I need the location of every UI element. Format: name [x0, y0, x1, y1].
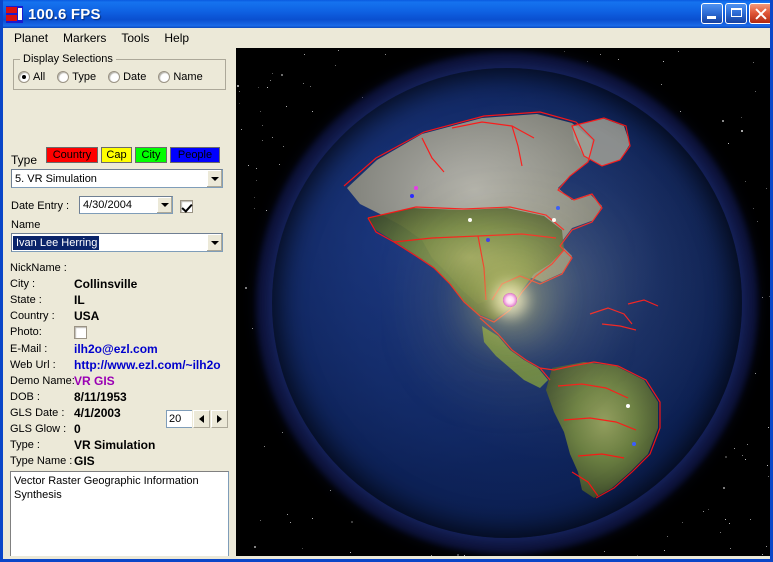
marker-icon	[468, 218, 472, 222]
title-bar: 100.6 FPS	[3, 0, 773, 28]
field-value: 4/1/2003	[74, 406, 121, 420]
field-weburl: Web Url : http://www.ezl.com/~ilh2o	[10, 357, 236, 373]
menu-item-planet[interactable]: Planet	[8, 29, 57, 47]
marker-icon	[556, 206, 560, 210]
field-value: IL	[74, 293, 85, 307]
marker-icon	[552, 218, 556, 222]
field-country: Country : USA	[10, 308, 236, 324]
field-type: Type : VR Simulation	[10, 437, 236, 453]
radio-date-label: Date	[123, 71, 146, 83]
chevron-down-icon[interactable]	[206, 170, 222, 187]
type-label: Type	[11, 153, 37, 167]
arrow-left-icon[interactable]	[193, 410, 210, 428]
menu-item-markers[interactable]: Markers	[57, 29, 115, 47]
radio-name-label: Name	[173, 71, 202, 83]
globe-viewport[interactable]	[236, 48, 770, 556]
field-label: Demo Name:	[10, 375, 74, 387]
radio-dot-icon	[158, 71, 170, 83]
marker-icon	[632, 442, 636, 446]
marker-icon	[414, 186, 418, 190]
marker-icon	[410, 194, 414, 198]
radio-type-label: Type	[72, 71, 96, 83]
menu-bar: Planet Markers Tools Help	[3, 28, 770, 48]
field-value: VR GIS	[74, 374, 115, 388]
field-value: Collinsville	[74, 277, 137, 291]
field-label: City :	[10, 278, 74, 290]
radio-all-label: All	[33, 71, 45, 83]
field-label: E-Mail :	[10, 343, 74, 355]
minimize-button[interactable]	[701, 3, 723, 24]
radio-dot-icon	[57, 71, 69, 83]
arrow-right-icon[interactable]	[211, 410, 228, 428]
field-label: State :	[10, 294, 74, 306]
app-icon	[6, 6, 23, 23]
control-panel: Display Selections All Type Date Name	[3, 48, 236, 556]
field-city: City : Collinsville	[10, 276, 236, 292]
globe-sphere	[272, 68, 742, 538]
photo-checkbox[interactable]	[74, 326, 87, 339]
field-label: DOB :	[10, 391, 74, 403]
marker-icon	[626, 404, 630, 408]
field-demo-name: Demo Name: VR GIS	[10, 373, 236, 389]
radio-dot-icon	[18, 71, 30, 83]
type-button-city[interactable]: City	[135, 147, 167, 163]
display-selections-title: Display Selections	[20, 53, 116, 65]
description-textarea[interactable]: Vector Raster Geographic Information Syn…	[10, 471, 229, 556]
type-button-people[interactable]: People	[170, 147, 220, 163]
maximize-button[interactable]	[725, 3, 747, 24]
field-label: Type :	[10, 439, 74, 451]
field-photo: Photo:	[10, 324, 236, 340]
marker-icon	[486, 238, 490, 242]
field-state: State : IL	[10, 292, 236, 308]
field-value-email[interactable]: ilh2o@ezl.com	[74, 342, 158, 356]
field-value: VR Simulation	[74, 438, 155, 452]
glow-marker-icon	[503, 293, 517, 307]
window-title: 100.6 FPS	[28, 6, 101, 23]
field-label: Photo:	[10, 326, 74, 338]
field-label: GLS Date :	[10, 407, 74, 419]
spinner-value[interactable]: 20	[166, 410, 192, 428]
field-label: Type Name :	[10, 455, 74, 467]
display-selections-radios: All Type Date Name	[18, 71, 215, 83]
field-label: GLS Glow :	[10, 423, 74, 435]
radio-name[interactable]: Name	[158, 71, 202, 83]
field-dob: DOB : 8/11/1953	[10, 389, 236, 405]
radio-all[interactable]: All	[18, 71, 45, 83]
window-controls	[701, 3, 773, 24]
earth-globe[interactable]	[272, 68, 742, 538]
field-label: Web Url :	[10, 359, 74, 371]
application-window: 100.6 FPS Planet Markers Tools Help Disp…	[0, 0, 773, 562]
type-button-country[interactable]: Country	[46, 147, 98, 163]
field-value: 0	[74, 422, 81, 436]
detail-fields: NickName : City : Collinsville State : I…	[3, 208, 236, 418]
type-combobox-value: 5. VR Simulation	[12, 173, 206, 185]
field-type-name: Type Name : GIS	[10, 453, 236, 469]
field-value: USA	[74, 309, 99, 323]
field-label: NickName :	[10, 262, 74, 274]
menu-item-tools[interactable]: Tools	[115, 29, 158, 47]
gls-glow-spinner[interactable]: 20	[166, 410, 228, 428]
field-value-url[interactable]: http://www.ezl.com/~ilh2o	[74, 358, 221, 372]
field-value: GIS	[74, 454, 95, 468]
field-email: E-Mail : ilh2o@ezl.com	[10, 341, 236, 357]
close-button[interactable]	[749, 3, 773, 24]
menu-item-help[interactable]: Help	[158, 29, 198, 47]
field-nickname: NickName :	[10, 260, 236, 276]
type-button-cap[interactable]: Cap	[101, 147, 132, 163]
display-selections-group: Display Selections All Type Date Name	[13, 59, 226, 90]
radio-type[interactable]: Type	[57, 71, 96, 83]
type-combobox[interactable]: 5. VR Simulation	[11, 169, 223, 188]
field-label: Country :	[10, 310, 74, 322]
radio-date[interactable]: Date	[108, 71, 146, 83]
field-value: 8/11/1953	[74, 390, 127, 404]
radio-dot-icon	[108, 71, 120, 83]
